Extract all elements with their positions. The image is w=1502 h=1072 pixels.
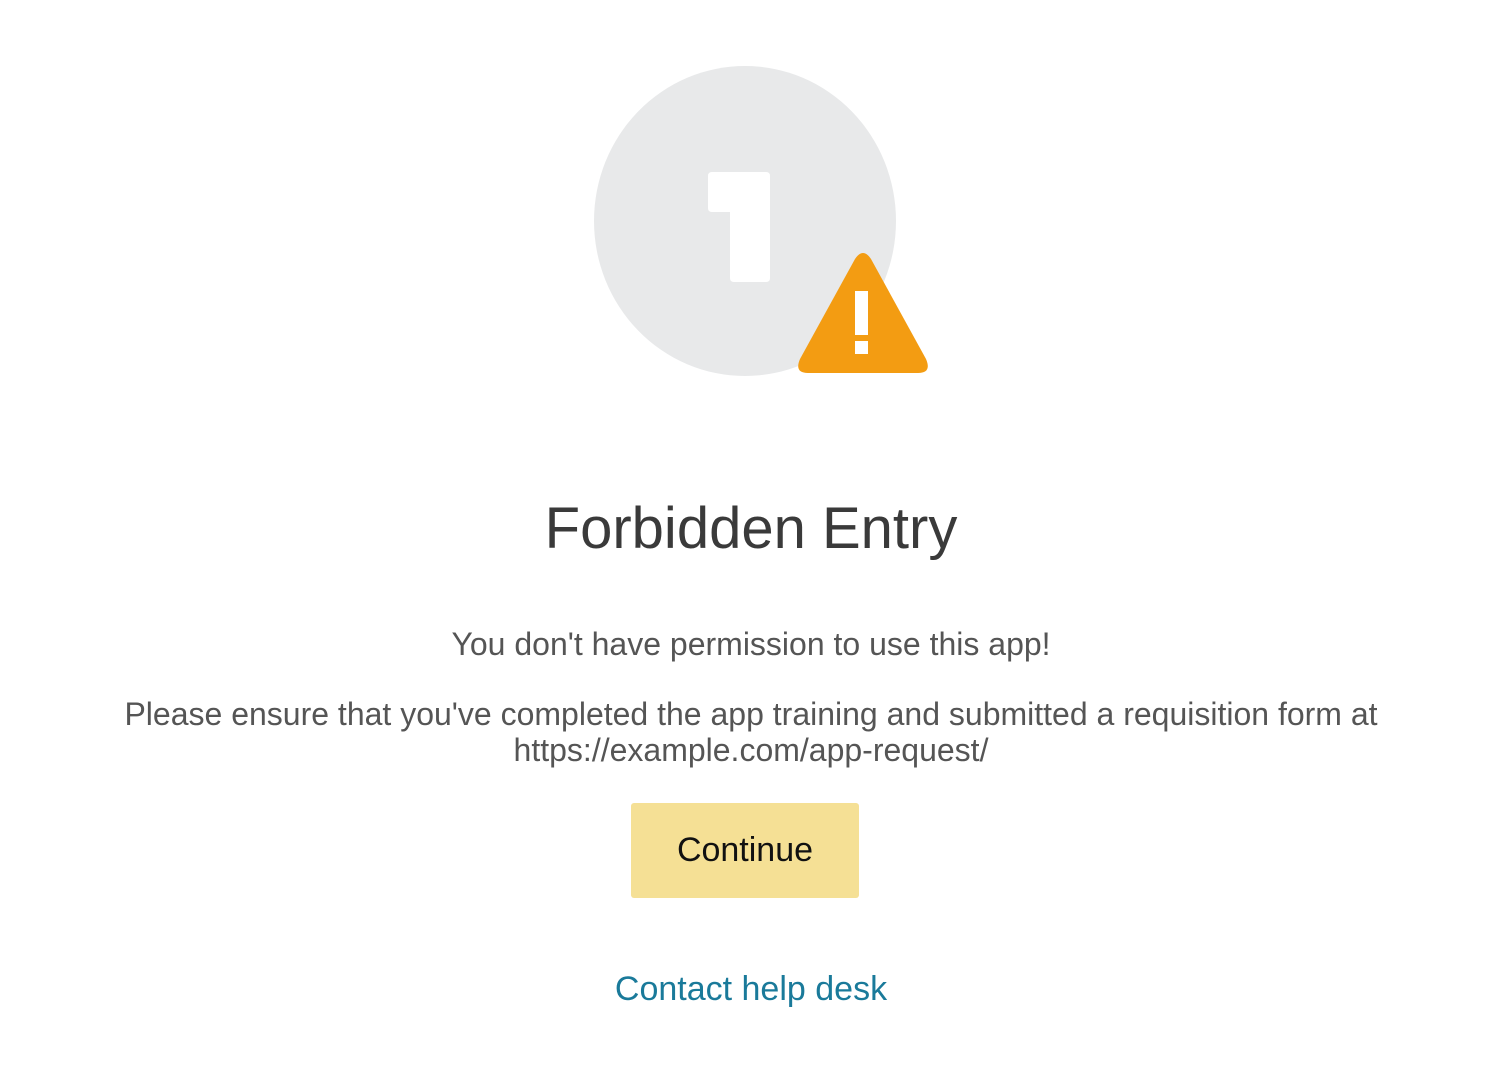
page-title: Forbidden Entry	[544, 496, 958, 561]
continue-button[interactable]: Continue	[631, 803, 859, 898]
warning-triangle-icon	[798, 253, 928, 373]
requisition-instructions: Please ensure that you've completed the …	[124, 696, 1378, 768]
forbidden-illustration	[594, 66, 934, 386]
permission-message: You don't have permission to use this ap…	[451, 626, 1051, 662]
contact-help-desk-link[interactable]: Contact help desk	[0, 968, 1502, 1010]
